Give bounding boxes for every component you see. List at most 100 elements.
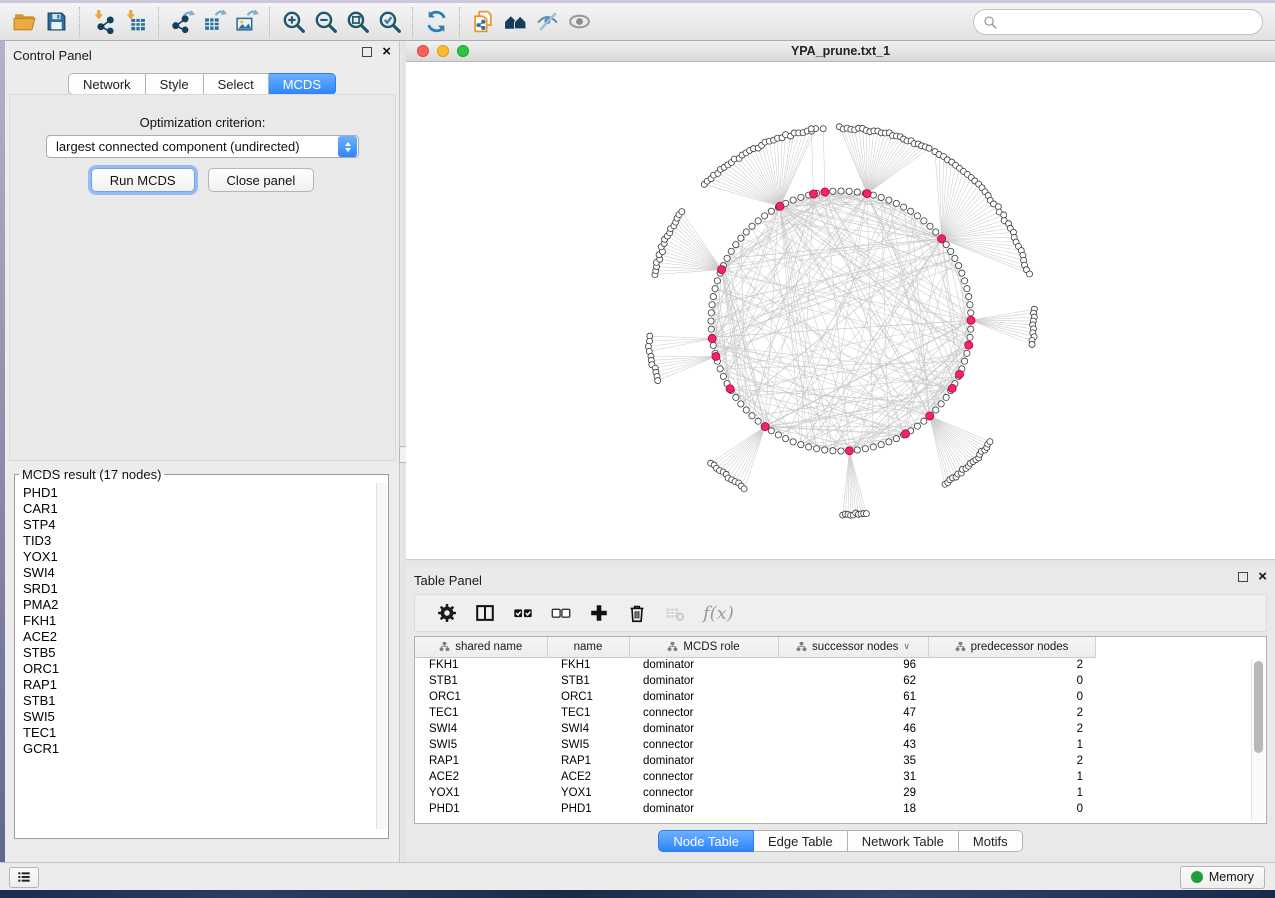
- table-settings-button[interactable]: [431, 597, 463, 629]
- mcds-node-item[interactable]: SWI4: [16, 565, 376, 581]
- mcds-node-item[interactable]: STB5: [16, 645, 376, 661]
- control-panel-tabs: NetworkStyleSelectMCDS: [5, 73, 399, 95]
- function-builder-button[interactable]: f(x): [697, 603, 740, 624]
- refresh-layout-button[interactable]: [420, 6, 452, 38]
- close-panel-button[interactable]: Close panel: [208, 168, 315, 192]
- zoom-sel-icon: [377, 9, 402, 34]
- column-header-successor-nodes[interactable]: successor nodes∨: [778, 637, 928, 657]
- mcds-node-item[interactable]: SRD1: [16, 581, 376, 597]
- float-panel-icon[interactable]: [362, 47, 372, 57]
- memory-button[interactable]: Memory: [1180, 866, 1265, 889]
- table-cell: 18: [778, 801, 928, 817]
- mcds-node-item[interactable]: PHD1: [16, 485, 376, 501]
- table-row[interactable]: ORC1ORC1dominator610: [415, 689, 1095, 705]
- column-label: MCDS role: [683, 641, 739, 653]
- zoom-out-button[interactable]: [309, 6, 341, 38]
- table-cell: 0: [928, 689, 1095, 705]
- table-cell: ORC1: [415, 689, 547, 705]
- tab-network[interactable]: Network: [68, 73, 146, 95]
- first-neighbors-button[interactable]: [499, 6, 531, 38]
- table-row[interactable]: ACE2ACE2connector311: [415, 769, 1095, 785]
- export-image-button[interactable]: [230, 6, 262, 38]
- tab-motifs[interactable]: Motifs: [959, 830, 1023, 852]
- mcds-node-item[interactable]: SWI5: [16, 709, 376, 725]
- import-table-icon: [123, 9, 148, 34]
- mcds-node-item[interactable]: STP4: [16, 517, 376, 533]
- mcds-node-item[interactable]: STB1: [16, 693, 376, 709]
- delete-column-button[interactable]: [621, 597, 653, 629]
- table-cell: ORC1: [547, 689, 629, 705]
- export-table-button[interactable]: [198, 6, 230, 38]
- table-row[interactable]: FKH1FKH1dominator962: [415, 657, 1095, 673]
- optimization-criterion-dropdown[interactable]: largest connected component (undirected): [46, 135, 359, 158]
- table-scrollbar-thumb[interactable]: [1254, 661, 1263, 753]
- node-table: shared namename MCDS role successor nodes∨…: [415, 637, 1096, 817]
- table-row[interactable]: PHD1PHD1dominator180: [415, 801, 1095, 817]
- toggle-panel-button[interactable]: [469, 597, 501, 629]
- zoom-in-button[interactable]: [277, 6, 309, 38]
- import-table-button[interactable]: [119, 6, 151, 38]
- column-header-shared-name[interactable]: shared name: [415, 637, 547, 657]
- save-icon: [44, 9, 69, 34]
- tab-node-table[interactable]: Node Table: [658, 830, 754, 852]
- tab-edge-table[interactable]: Edge Table: [754, 830, 848, 852]
- table-row[interactable]: SWI4SWI4dominator462: [415, 721, 1095, 737]
- horizontal-splitter[interactable]: [406, 559, 1275, 566]
- mcds-node-item[interactable]: RAP1: [16, 677, 376, 693]
- dropdown-stepper-icon: [338, 136, 357, 157]
- tab-style[interactable]: Style: [146, 73, 204, 95]
- mcds-result-title: MCDS result (17 nodes): [19, 467, 164, 482]
- zoom-selected-button[interactable]: [373, 6, 405, 38]
- table-row[interactable]: RAP1RAP1dominator352: [415, 753, 1095, 769]
- table-row[interactable]: SWI5SWI5connector431: [415, 737, 1095, 753]
- mcds-node-item[interactable]: TID3: [16, 533, 376, 549]
- open-session-button[interactable]: [8, 6, 40, 38]
- add-column-button[interactable]: [583, 597, 615, 629]
- deselect-all-button[interactable]: [545, 597, 577, 629]
- column-header-predecessor-nodes[interactable]: predecessor nodes: [928, 637, 1095, 657]
- zoom-fit-button[interactable]: [341, 6, 373, 38]
- network-view-canvas[interactable]: [406, 62, 1275, 559]
- table-scrollbar[interactable]: [1251, 659, 1264, 821]
- export-table-icon: [202, 9, 227, 34]
- run-mcds-button[interactable]: Run MCDS: [91, 168, 195, 192]
- clone-network-button[interactable]: [467, 6, 499, 38]
- hide-selected-button[interactable]: [531, 6, 563, 38]
- table-panel-header: Table Panel ×: [406, 566, 1275, 592]
- mcds-node-item[interactable]: YOX1: [16, 549, 376, 565]
- table-row[interactable]: YOX1YOX1connector291: [415, 785, 1095, 801]
- import-network-button[interactable]: [87, 6, 119, 38]
- export-network-button[interactable]: [166, 6, 198, 38]
- application-window: Control Panel × NetworkStyleSelectMCDS O…: [0, 0, 1275, 898]
- select-all-button[interactable]: [507, 597, 539, 629]
- table-cell: 35: [778, 753, 928, 769]
- mcds-node-item[interactable]: FKH1: [16, 613, 376, 629]
- float-table-panel-icon[interactable]: [1238, 572, 1248, 582]
- export-img-icon: [234, 9, 259, 34]
- mcds-node-item[interactable]: ORC1: [16, 661, 376, 677]
- show-all-button[interactable]: [563, 6, 595, 38]
- close-table-panel-icon[interactable]: ×: [1258, 572, 1267, 582]
- delete-table-button[interactable]: [659, 597, 691, 629]
- tab-select[interactable]: Select: [204, 73, 269, 95]
- column-header-name[interactable]: name: [547, 637, 629, 657]
- tab-network-table[interactable]: Network Table: [848, 830, 959, 852]
- panel-menu-button[interactable]: [9, 867, 39, 888]
- table-row[interactable]: TEC1TEC1connector472: [415, 705, 1095, 721]
- mcds-list-scrollbar[interactable]: [376, 483, 387, 829]
- save-session-button[interactable]: [40, 6, 72, 38]
- close-panel-icon[interactable]: ×: [382, 47, 391, 57]
- mcds-node-item[interactable]: GCR1: [16, 741, 376, 757]
- mcds-node-item[interactable]: TEC1: [16, 725, 376, 741]
- mcds-node-item[interactable]: ACE2: [16, 629, 376, 645]
- search-box: [973, 9, 1263, 35]
- mcds-node-item[interactable]: PMA2: [16, 597, 376, 613]
- network-graph: [406, 62, 1275, 559]
- mcds-result-list: PHD1CAR1STP4TID3YOX1SWI4SRD1PMA2FKH1ACE2…: [16, 483, 376, 829]
- table-row[interactable]: STB1STB1dominator620: [415, 673, 1095, 689]
- tab-mcds[interactable]: MCDS: [269, 73, 336, 95]
- column-header-MCDS-role[interactable]: MCDS role: [629, 637, 778, 657]
- search-input[interactable]: [1003, 14, 1253, 29]
- mcds-node-item[interactable]: CAR1: [16, 501, 376, 517]
- table-cell: TEC1: [415, 705, 547, 721]
